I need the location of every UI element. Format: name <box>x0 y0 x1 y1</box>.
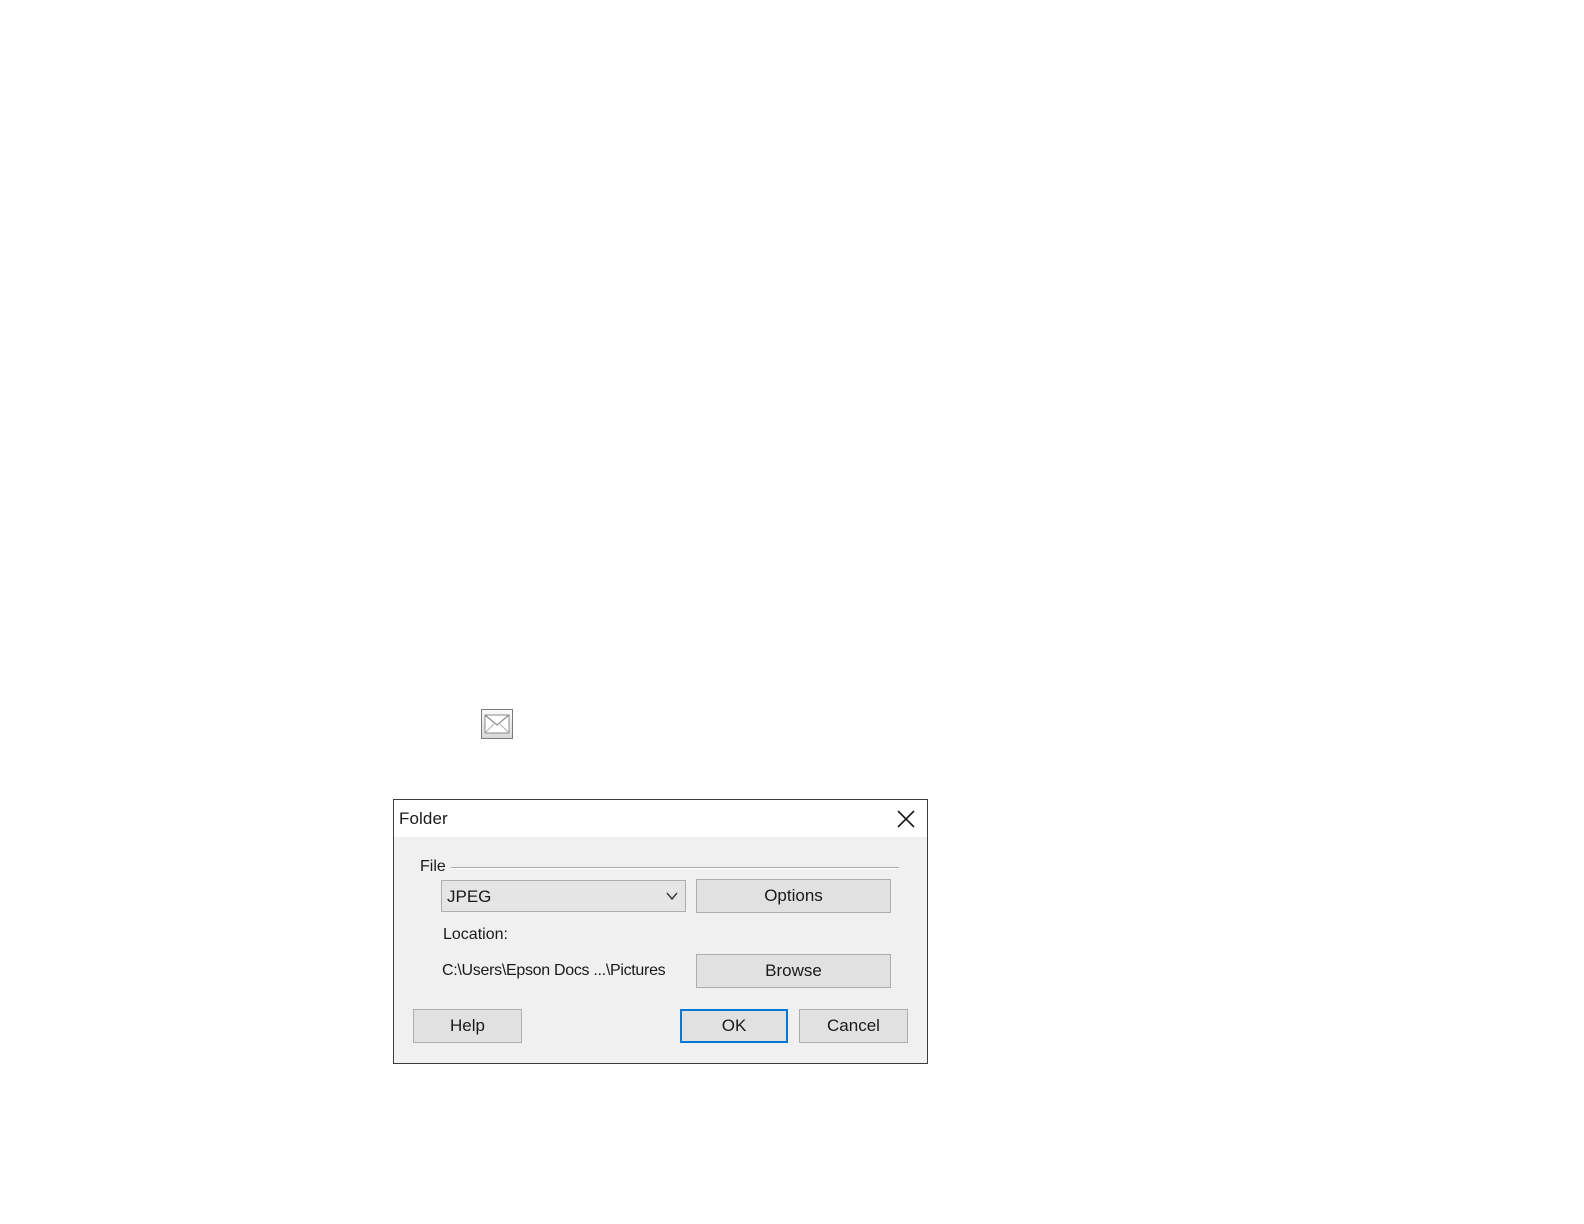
browse-button[interactable]: Browse <box>696 954 891 988</box>
options-button[interactable]: Options <box>696 879 891 913</box>
envelope-icon-graphic <box>484 714 510 734</box>
location-label: Location: <box>443 926 508 943</box>
location-path: C:\Users\Epson Docs ...\Pictures <box>442 962 666 979</box>
envelope-icon[interactable] <box>481 709 513 739</box>
close-button[interactable] <box>893 806 919 832</box>
file-group-label: File <box>420 858 446 875</box>
page: Folder File JPEG Options Location: C:\Us… <box>0 0 1584 1224</box>
dialog-title: Folder <box>399 809 448 828</box>
dialog-titlebar[interactable]: Folder <box>394 800 927 837</box>
file-group-divider <box>451 867 899 869</box>
file-type-select[interactable]: JPEG <box>441 880 686 912</box>
ok-button[interactable]: OK <box>680 1009 788 1043</box>
cancel-button[interactable]: Cancel <box>799 1009 908 1043</box>
file-type-selected: JPEG <box>447 887 492 906</box>
folder-dialog: Folder File JPEG Options Location: C:\Us… <box>393 799 928 1064</box>
chevron-down-icon <box>666 892 678 901</box>
close-icon <box>897 810 915 828</box>
help-button[interactable]: Help <box>413 1009 522 1043</box>
